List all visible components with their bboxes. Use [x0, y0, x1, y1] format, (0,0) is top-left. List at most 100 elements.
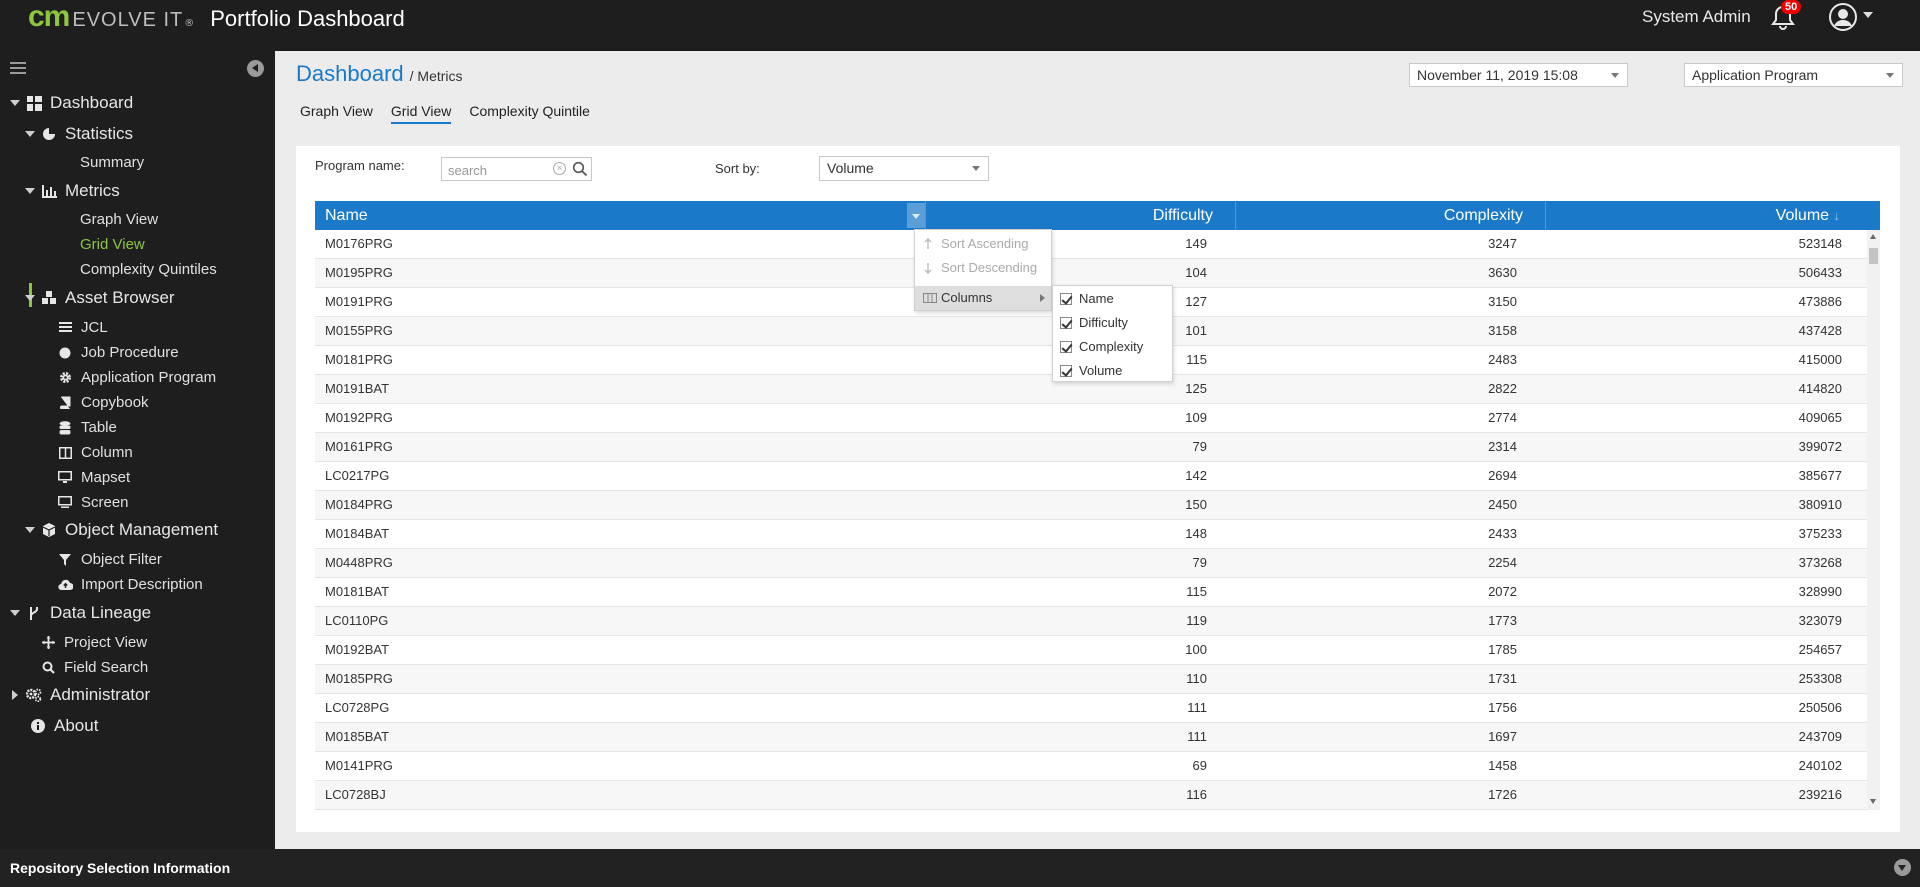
table-row[interactable]: M0176PRG 149 3247 523148	[315, 230, 1867, 259]
sort-arrow-down-icon: ↓	[1833, 208, 1841, 223]
table-row[interactable]: LC0728PG 111 1756 250506	[315, 694, 1867, 723]
date-select[interactable]: November 11, 2019 15:08	[1409, 63, 1628, 87]
sidebar-item-grid-view[interactable]: Grid View	[80, 236, 145, 253]
sort-by-select[interactable]: Volume	[819, 156, 989, 181]
cell-difficulty: 115	[1186, 352, 1207, 367]
tab-grid-view[interactable]: Grid View	[390, 103, 452, 124]
sidebar-item-metrics[interactable]: Metrics	[25, 181, 120, 201]
column-header-difficulty[interactable]: Difficulty	[926, 201, 1236, 230]
menu-item-sort-ascending[interactable]: Sort Ascending	[915, 232, 1051, 256]
sidebar-item-mapset[interactable]: Mapset	[57, 469, 130, 486]
sidebar-item-label: Data Lineage	[50, 603, 152, 622]
scroll-up-icon[interactable]	[1870, 234, 1876, 239]
user-avatar-icon[interactable]	[1828, 2, 1858, 32]
checkbox-checked[interactable]	[1060, 365, 1072, 377]
table-row[interactable]: M0184BAT 148 2433 375233	[315, 520, 1867, 549]
column-header-volume[interactable]: Volume ↓	[1546, 201, 1880, 230]
table-row[interactable]: LC0110PG 119 1773 323079	[315, 607, 1867, 636]
vertical-scrollbar[interactable]	[1867, 230, 1880, 810]
sidebar-item-summary[interactable]: Summary	[80, 154, 144, 171]
columns-icon	[923, 286, 937, 318]
search-icon[interactable]	[572, 161, 588, 177]
table-row[interactable]: M0181BAT 115 2072 328990	[315, 578, 1867, 607]
menu-item-columns[interactable]: Columns	[915, 286, 1051, 310]
sidebar-item-field-search[interactable]: Field Search	[40, 659, 148, 676]
clear-icon[interactable]: ×	[553, 162, 566, 175]
scroll-thumb[interactable]	[1869, 248, 1878, 264]
checkbox-checked[interactable]	[1060, 317, 1072, 329]
user-menu-caret-icon[interactable]	[1863, 12, 1873, 18]
user-name[interactable]: System Admin	[1642, 7, 1751, 27]
cell-difficulty: 69	[1192, 758, 1207, 773]
column-header-name[interactable]: Name	[315, 201, 926, 230]
chevron-down-icon[interactable]	[1894, 859, 1911, 876]
sidebar-item-column[interactable]: Column	[57, 444, 133, 461]
cell-complexity: 2433	[1488, 526, 1517, 541]
table-row[interactable]: M0195PRG 104 3630 506433	[315, 259, 1867, 288]
table-row[interactable]: M0185PRG 110 1731 253308	[315, 665, 1867, 694]
scroll-down-icon[interactable]	[1870, 799, 1876, 804]
menu-item-sort-descending[interactable]: Sort Descending	[915, 256, 1051, 280]
table-row[interactable]: M0185BAT 111 1697 243709	[315, 723, 1867, 752]
sidebar-item-asset-browser[interactable]: Asset Browser	[25, 288, 175, 308]
sidebar-item-label: Job Procedure	[81, 344, 179, 361]
sidebar-item-label: Field Search	[64, 659, 149, 676]
table-row[interactable]: M0184PRG 150 2450 380910	[315, 491, 1867, 520]
chevron-down-icon	[1886, 73, 1894, 78]
column-toggle-name[interactable]: Name	[1053, 287, 1172, 311]
column-toggle-volume[interactable]: Volume	[1053, 359, 1172, 383]
sidebar-item-label: Object Management	[65, 520, 219, 539]
sidebar-item-screen[interactable]: Screen	[57, 494, 129, 511]
sidebar-item-about[interactable]: About	[30, 716, 98, 736]
sidebar-item-administrator[interactable]: Administrator	[10, 685, 150, 705]
cell-name: M0191PRG	[325, 294, 393, 309]
column-toggle-complexity[interactable]: Complexity	[1053, 335, 1172, 359]
table-row[interactable]: M0161PRG 79 2314 399072	[315, 433, 1867, 462]
cell-complexity: 3158	[1488, 323, 1517, 338]
sidebar-item-label: Object Filter	[81, 551, 162, 568]
sidebar-item-project-view[interactable]: Project View	[40, 634, 147, 651]
table-row[interactable]: M0192BAT 100 1785 254657	[315, 636, 1867, 665]
sidebar-item-copybook[interactable]: Copybook	[57, 394, 149, 411]
column-toggle-difficulty[interactable]: Difficulty	[1053, 311, 1172, 335]
sidebar-item-data-lineage[interactable]: Data Lineage	[10, 603, 151, 623]
sidebar-item-graph-view[interactable]: Graph View	[80, 211, 158, 228]
sidebar-item-statistics[interactable]: Statistics	[25, 124, 133, 144]
sidebar-item-complexity-quintiles[interactable]: Complexity Quintiles	[80, 261, 217, 278]
sidebar-item-label: Import Description	[81, 576, 203, 593]
sidebar-item-label: Dashboard	[50, 93, 134, 112]
sidebar-item-job-procedure[interactable]: Job Procedure	[57, 344, 179, 361]
sidebar-item-import-description[interactable]: Import Description	[57, 576, 203, 593]
sidebar-item-table[interactable]: Table	[57, 419, 117, 436]
program-search-input[interactable]: search ×	[441, 157, 592, 181]
checkbox-checked[interactable]	[1060, 293, 1072, 305]
table-row[interactable]: M0141PRG 69 1458 240102	[315, 752, 1867, 781]
repository-info-bar[interactable]: Repository Selection Information	[0, 849, 1920, 887]
table-row[interactable]: LC0728BJ 116 1726 239216	[315, 781, 1867, 810]
sidebar-item-label: Metrics	[65, 181, 120, 200]
cell-difficulty: 127	[1185, 294, 1207, 309]
tab-graph-view[interactable]: Graph View	[300, 103, 373, 124]
column-header-complexity[interactable]: Complexity	[1236, 201, 1546, 230]
table-row[interactable]: LC0217PG 142 2694 385677	[315, 462, 1867, 491]
expand-arrow-icon	[25, 186, 35, 196]
hamburger-menu-icon[interactable]	[10, 62, 26, 74]
sidebar-item-object-filter[interactable]: Object Filter	[57, 551, 162, 568]
type-select[interactable]: Application Program	[1684, 63, 1903, 87]
column-menu-button[interactable]	[907, 203, 925, 228]
cell-volume: 328990	[1798, 584, 1842, 599]
sidebar-item-application-program[interactable]: Application Program	[57, 369, 216, 386]
sidebar-collapse-icon[interactable]	[247, 60, 264, 77]
cell-complexity: 2450	[1488, 497, 1517, 512]
sidebar-item-object-management[interactable]: Object Management	[25, 520, 218, 540]
sidebar-item-label: Grid View	[80, 236, 145, 253]
sidebar-item-jcl[interactable]: JCL	[57, 319, 108, 336]
breadcrumb-root[interactable]: Dashboard	[296, 61, 404, 87]
sidebar-item-dashboard[interactable]: Dashboard	[10, 93, 133, 113]
info-circle-icon	[30, 718, 46, 734]
cell-name: M0448PRG	[325, 555, 393, 570]
table-row[interactable]: M0448PRG 79 2254 373268	[315, 549, 1867, 578]
checkbox-checked[interactable]	[1060, 341, 1072, 353]
tab-complexity-quintile[interactable]: Complexity Quintile	[469, 103, 590, 124]
table-row[interactable]: M0192PRG 109 2774 409065	[315, 404, 1867, 433]
